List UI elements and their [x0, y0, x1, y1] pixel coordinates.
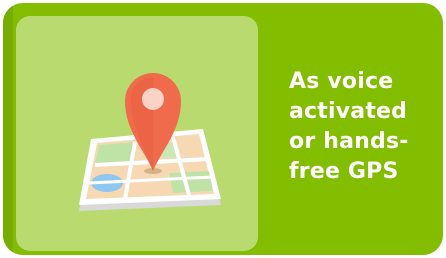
headline-line: or hands- [289, 129, 409, 154]
promo-card: As voice activated or hands- free GPS [3, 3, 443, 255]
headline: As voice activated or hands- free GPS [289, 67, 439, 187]
headline-line: free GPS [289, 159, 399, 184]
map-pin-icon [79, 73, 221, 211]
pin-hole [142, 88, 164, 110]
headline-line: As voice [289, 69, 394, 94]
map-park [95, 142, 135, 164]
headline-line: activated [289, 99, 408, 124]
map-park [169, 171, 213, 193]
